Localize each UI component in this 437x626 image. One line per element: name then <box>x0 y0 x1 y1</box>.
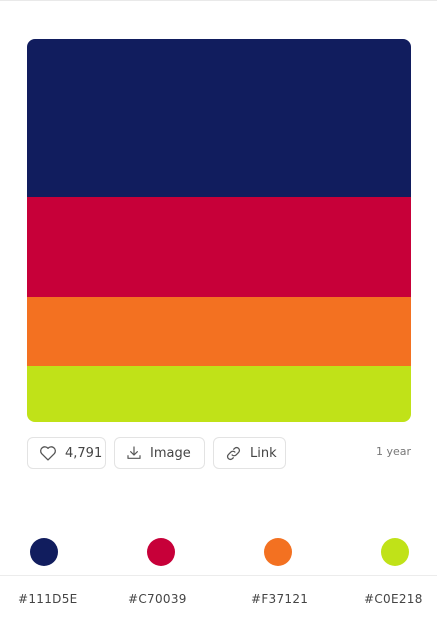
like-button[interactable]: 4,791 <box>27 437 106 469</box>
copy-link-button[interactable]: Link <box>213 437 286 469</box>
palette-swatch[interactable] <box>27 366 411 422</box>
like-count: 4,791 <box>65 445 103 461</box>
color-hex-code[interactable]: #C70039 <box>128 592 187 606</box>
color-dot[interactable] <box>30 538 58 566</box>
palette-actions: 4,791 Image Link <box>27 437 286 469</box>
color-codes: #111D5E #C70039 #F37121 #C0E218 <box>0 592 437 608</box>
palette-swatch[interactable] <box>27 297 411 366</box>
palette-age: 1 year <box>375 445 411 458</box>
color-dot[interactable] <box>147 538 175 566</box>
palette-preview[interactable] <box>27 39 411 422</box>
link-icon <box>225 445 242 462</box>
color-hex-code[interactable]: #111D5E <box>18 592 78 606</box>
palette-swatch[interactable] <box>27 39 411 197</box>
link-button-label: Link <box>250 445 277 461</box>
heart-icon <box>39 445 57 461</box>
download-icon <box>126 445 142 461</box>
color-dots <box>0 538 437 566</box>
color-hex-code[interactable]: #F37121 <box>251 592 308 606</box>
bottom-divider <box>0 575 437 576</box>
image-button-label: Image <box>150 445 191 461</box>
palette-swatch[interactable] <box>27 197 411 297</box>
download-image-button[interactable]: Image <box>114 437 205 469</box>
color-dot[interactable] <box>264 538 292 566</box>
color-hex-code[interactable]: #C0E218 <box>364 592 423 606</box>
color-dot[interactable] <box>381 538 409 566</box>
top-divider <box>0 0 437 1</box>
